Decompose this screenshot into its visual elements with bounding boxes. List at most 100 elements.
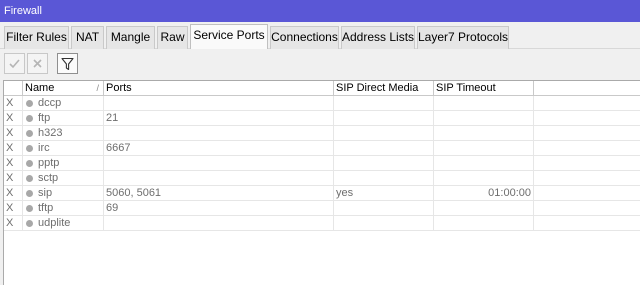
- row-name: sctp: [38, 172, 59, 184]
- row-sip-direct-media: yes: [334, 186, 434, 201]
- status-dot-icon: [26, 205, 33, 212]
- row-name: sip: [38, 187, 53, 199]
- row-name-cell: pptp: [23, 156, 104, 171]
- table-row[interactable]: X tftp 69: [4, 201, 640, 216]
- row-sip-timeout: [434, 156, 534, 171]
- tab-mangle[interactable]: Mangle: [106, 26, 155, 49]
- row-spacer: [534, 111, 640, 126]
- row-sip-direct-media: [334, 216, 434, 231]
- tab-nat[interactable]: NAT: [71, 26, 104, 49]
- row-sip-direct-media: [334, 126, 434, 141]
- row-flag: X: [4, 126, 23, 141]
- column-header-ports[interactable]: Ports: [104, 81, 334, 96]
- row-name: ftp: [38, 112, 51, 124]
- toolbar: [0, 49, 640, 81]
- row-sip-timeout: [434, 141, 534, 156]
- tab-layer7-protocols[interactable]: Layer7 Protocols: [417, 26, 509, 49]
- tab-address-lists[interactable]: Address Lists: [341, 26, 415, 49]
- row-flag: X: [4, 186, 23, 201]
- disable-button[interactable]: [27, 53, 48, 74]
- row-sip-direct-media: [334, 111, 434, 126]
- row-spacer: [534, 201, 640, 216]
- row-sip-direct-media: [334, 201, 434, 216]
- table-row[interactable]: X dccp: [4, 96, 640, 111]
- row-name-cell: dccp: [23, 96, 104, 111]
- status-dot-icon: [26, 130, 33, 137]
- row-sip-timeout: [434, 216, 534, 231]
- column-header-name-label: Name: [25, 82, 55, 94]
- check-icon: [8, 57, 21, 70]
- tab-bar: Filter Rules NAT Mangle Raw Service Port…: [0, 22, 640, 50]
- row-ports: 5060, 5061: [104, 186, 334, 201]
- row-ports: 21: [104, 111, 334, 126]
- status-dot-icon: [26, 100, 33, 107]
- tab-raw[interactable]: Raw: [157, 26, 188, 49]
- enable-button[interactable]: [4, 53, 25, 74]
- table-row[interactable]: X ftp 21: [4, 111, 640, 126]
- status-dot-icon: [26, 160, 33, 167]
- filter-button[interactable]: [57, 53, 78, 74]
- row-sip-direct-media: [334, 156, 434, 171]
- row-name-cell: sip: [23, 186, 104, 201]
- status-dot-icon: [26, 190, 33, 197]
- table-row[interactable]: X irc 6667: [4, 141, 640, 156]
- table-row[interactable]: X h323: [4, 126, 640, 141]
- row-spacer: [534, 126, 640, 141]
- row-sip-timeout: 01:00:00: [434, 186, 534, 201]
- row-spacer: [534, 96, 640, 111]
- row-sip-direct-media: [334, 171, 434, 186]
- column-header-flag[interactable]: [4, 81, 23, 96]
- row-ports: [104, 216, 334, 231]
- column-header-sip-direct-media[interactable]: SIP Direct Media: [334, 81, 434, 96]
- tab-filter-rules[interactable]: Filter Rules: [4, 26, 69, 49]
- row-flag: X: [4, 171, 23, 186]
- row-name: pptp: [38, 157, 60, 169]
- row-flag: X: [4, 111, 23, 126]
- table-row[interactable]: X pptp: [4, 156, 640, 171]
- row-sip-direct-media: [334, 141, 434, 156]
- row-name-cell: h323: [23, 126, 104, 141]
- row-name: h323: [38, 127, 63, 139]
- x-icon: [31, 57, 44, 70]
- table-row[interactable]: X sip 5060, 5061 yes 01:00:00: [4, 186, 640, 201]
- window-titlebar: Firewall: [0, 0, 640, 22]
- row-flag: X: [4, 141, 23, 156]
- sort-indicator-icon: /: [96, 83, 99, 93]
- tab-service-ports[interactable]: Service Ports: [190, 24, 268, 50]
- status-dot-icon: [26, 220, 33, 227]
- row-flag: X: [4, 96, 23, 111]
- row-spacer: [534, 156, 640, 171]
- row-sip-timeout: [434, 96, 534, 111]
- row-spacer: [534, 171, 640, 186]
- row-sip-timeout: [434, 126, 534, 141]
- table-row[interactable]: X udplite: [4, 216, 640, 231]
- column-header-name[interactable]: Name /: [23, 81, 104, 96]
- row-sip-timeout: [434, 111, 534, 126]
- row-flag: X: [4, 201, 23, 216]
- row-name: dccp: [38, 97, 62, 109]
- row-ports: [104, 96, 334, 111]
- row-name-cell: ftp: [23, 111, 104, 126]
- table-row[interactable]: X sctp: [4, 171, 640, 186]
- table-header: Name / Ports SIP Direct Media SIP Timeou…: [4, 81, 640, 96]
- row-spacer: [534, 141, 640, 156]
- status-dot-icon: [26, 115, 33, 122]
- row-name-cell: irc: [23, 141, 104, 156]
- window-title: Firewall: [4, 5, 42, 17]
- row-ports: [104, 126, 334, 141]
- tab-connections[interactable]: Connections: [270, 26, 339, 49]
- row-name-cell: tftp: [23, 201, 104, 216]
- row-ports: [104, 156, 334, 171]
- row-name: udplite: [38, 217, 71, 229]
- row-ports: 6667: [104, 141, 334, 156]
- status-dot-icon: [26, 145, 33, 152]
- row-spacer: [534, 186, 640, 201]
- service-ports-table: Name / Ports SIP Direct Media SIP Timeou…: [3, 80, 640, 285]
- status-dot-icon: [26, 175, 33, 182]
- row-flag: X: [4, 156, 23, 171]
- column-header-sip-timeout[interactable]: SIP Timeout: [434, 81, 534, 96]
- row-name: irc: [38, 142, 50, 154]
- filter-icon: [61, 57, 74, 71]
- row-spacer: [534, 216, 640, 231]
- row-flag: X: [4, 216, 23, 231]
